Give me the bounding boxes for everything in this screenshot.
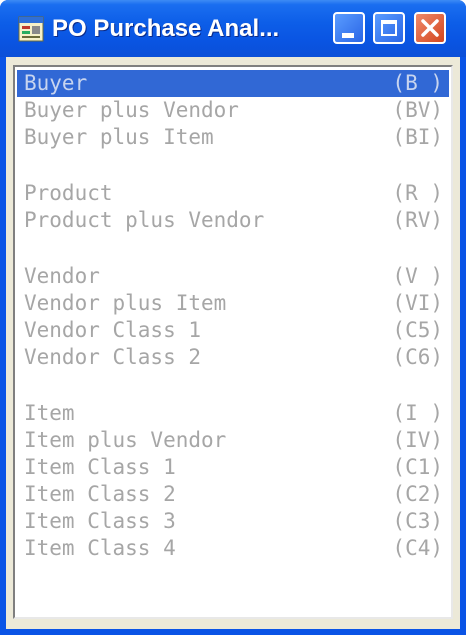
list-item-code: (I ): [392, 401, 443, 425]
list-item[interactable]: Item Class 1 (C1): [17, 454, 449, 481]
list-item-label: Vendor Class 1: [24, 318, 202, 342]
list-item-label: Product plus Vendor: [24, 208, 265, 232]
list-item[interactable]: Vendor plus Item (VI): [17, 290, 449, 317]
list-item-code: (VI): [392, 291, 443, 315]
list-item-code: (C5): [392, 318, 443, 342]
list-item-label: Item plus Vendor: [24, 428, 227, 452]
list-item-label: Item Class 2: [24, 482, 176, 506]
list-item[interactable]: Product plus Vendor (RV): [17, 207, 449, 234]
list-item[interactable]: Buyer (B ): [17, 70, 449, 97]
close-button[interactable]: [414, 12, 446, 44]
list-item-label: Buyer plus Vendor: [24, 98, 239, 122]
analysis-type-list[interactable]: Buyer (B ) Buyer plus Vendor (BV) Buyer plus…: [13, 65, 453, 619]
list-item[interactable]: Buyer plus Vendor (BV): [17, 97, 449, 124]
list-item-label: Vendor plus Item: [24, 291, 227, 315]
window-client-area: Buyer (B ) Buyer plus Vendor (BV) Buyer plus…: [6, 57, 460, 629]
list-item-label: Buyer: [24, 71, 88, 95]
list-item-label: Buyer plus Item: [24, 125, 214, 149]
list-item[interactable]: Item (I ): [17, 400, 449, 427]
list-item[interactable]: Product (R ): [17, 180, 449, 207]
list-item[interactable]: Vendor Class 2 (C6): [17, 344, 449, 371]
list-item-label: Item: [24, 401, 75, 425]
close-icon: [421, 19, 439, 37]
window-app-icon[interactable]: [18, 16, 44, 42]
list-item-code: (C2): [392, 482, 443, 506]
app-window: PO Purchase Anal... Buyer (B ) Buyer plus …: [0, 0, 466, 635]
list-item-code: (C4): [392, 536, 443, 560]
list-item-label: Vendor Class 2: [24, 345, 202, 369]
list-item-code: (C3): [392, 509, 443, 533]
list-item[interactable]: Vendor Class 1 (C5): [17, 317, 449, 344]
maximize-icon: [381, 20, 397, 36]
list-item-code: (BV): [392, 98, 443, 122]
list-item[interactable]: Buyer plus Item (BI): [17, 124, 449, 151]
minimize-icon: [342, 33, 354, 38]
list-item-code: (B ): [392, 71, 443, 95]
list-item-code: (BI): [392, 125, 443, 149]
list-item[interactable]: Item Class 4 (C4): [17, 535, 449, 562]
list-item[interactable]: Vendor (V ): [17, 263, 449, 290]
list-item-label: Item Class 1: [24, 455, 176, 479]
list-item-code: (V ): [392, 264, 443, 288]
list-item-code: (IV): [392, 428, 443, 452]
window-title: PO Purchase Anal...: [52, 15, 280, 42]
list-item-label: Vendor: [24, 264, 100, 288]
list-item-code: (R ): [392, 181, 443, 205]
list-item-code: (C1): [392, 455, 443, 479]
minimize-button[interactable]: [333, 12, 365, 44]
list-item-label: Item Class 4: [24, 536, 176, 560]
maximize-button[interactable]: [373, 12, 405, 44]
list-item[interactable]: Item Class 3 (C3): [17, 508, 449, 535]
list-item-label: Item Class 3: [24, 509, 176, 533]
list-item[interactable]: Item plus Vendor (IV): [17, 427, 449, 454]
list-item-code: (RV): [392, 208, 443, 232]
title-bar[interactable]: PO Purchase Anal...: [0, 0, 466, 57]
list-item[interactable]: Item Class 2 (C2): [17, 481, 449, 508]
list-item-code: (C6): [392, 345, 443, 369]
list-item-label: Product: [24, 181, 113, 205]
